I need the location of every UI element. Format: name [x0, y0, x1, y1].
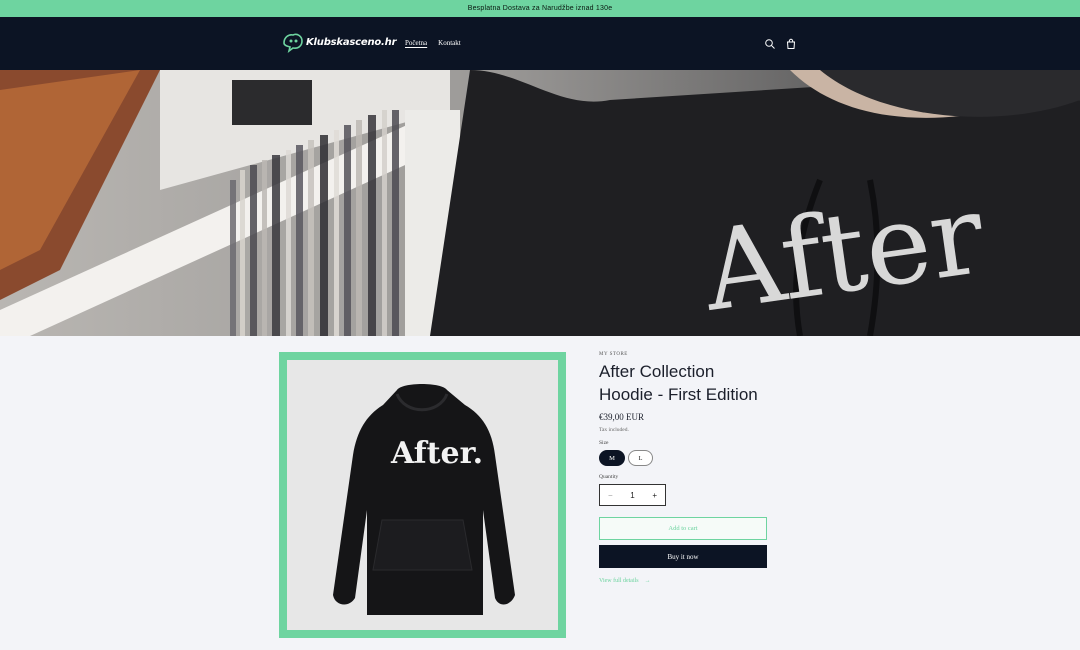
quantity-label: Quantity	[599, 474, 619, 480]
size-option-m[interactable]: M	[599, 450, 625, 466]
site-logo[interactable]: Klubskasceno.hr	[282, 31, 397, 53]
view-details-label: View full details	[599, 578, 639, 584]
hero-banner-image: After	[0, 70, 1080, 336]
search-icon[interactable]	[764, 37, 776, 49]
add-to-cart-button[interactable]: Add to cart	[599, 517, 767, 540]
product-image: After.	[287, 360, 558, 630]
logo-text: Klubskasceno.hr	[306, 36, 397, 48]
size-label: Size	[599, 440, 609, 446]
arrow-right-icon: →	[644, 578, 651, 584]
main-nav: Početna Kontakt	[405, 39, 461, 47]
product-price: €39,00 EUR	[599, 412, 644, 422]
quantity-decrease-button[interactable]: −	[608, 491, 613, 500]
tax-note: Tax included.	[599, 427, 629, 433]
cart-icon[interactable]	[785, 37, 797, 49]
announcement-bar: Besplatna Dostava za Narudžbe iznad 130e	[0, 0, 1080, 17]
quantity-stepper: − 1 +	[599, 484, 666, 506]
product-info: MY STORE After Collection Hoodie - First…	[599, 352, 769, 584]
buy-now-button[interactable]: Buy it now	[599, 545, 767, 568]
product-print-text: After.	[390, 436, 483, 471]
site-header: Klubskasceno.hr Početna Kontakt	[0, 17, 1080, 70]
nav-item-kontakt[interactable]: Kontakt	[438, 39, 461, 47]
logo-icon	[283, 33, 303, 53]
quantity-increase-button[interactable]: +	[652, 491, 657, 500]
announcement-text: Besplatna Dostava za Narudžbe iznad 130e	[467, 5, 613, 12]
view-details-link[interactable]: View full details →	[599, 578, 769, 584]
nav-item-pocetna[interactable]: Početna	[405, 39, 427, 47]
product-vendor: MY STORE	[599, 352, 628, 357]
product-title-line2: Hoodie - First Edition	[599, 385, 758, 404]
size-option-l[interactable]: L	[628, 450, 653, 466]
quantity-input[interactable]: 1	[630, 491, 634, 500]
product-title-line1: After Collection	[599, 362, 715, 381]
product-title: After Collection Hoodie - First Edition	[599, 360, 769, 406]
product-image-frame[interactable]: After.	[279, 352, 566, 638]
size-selector: M L	[599, 450, 769, 466]
